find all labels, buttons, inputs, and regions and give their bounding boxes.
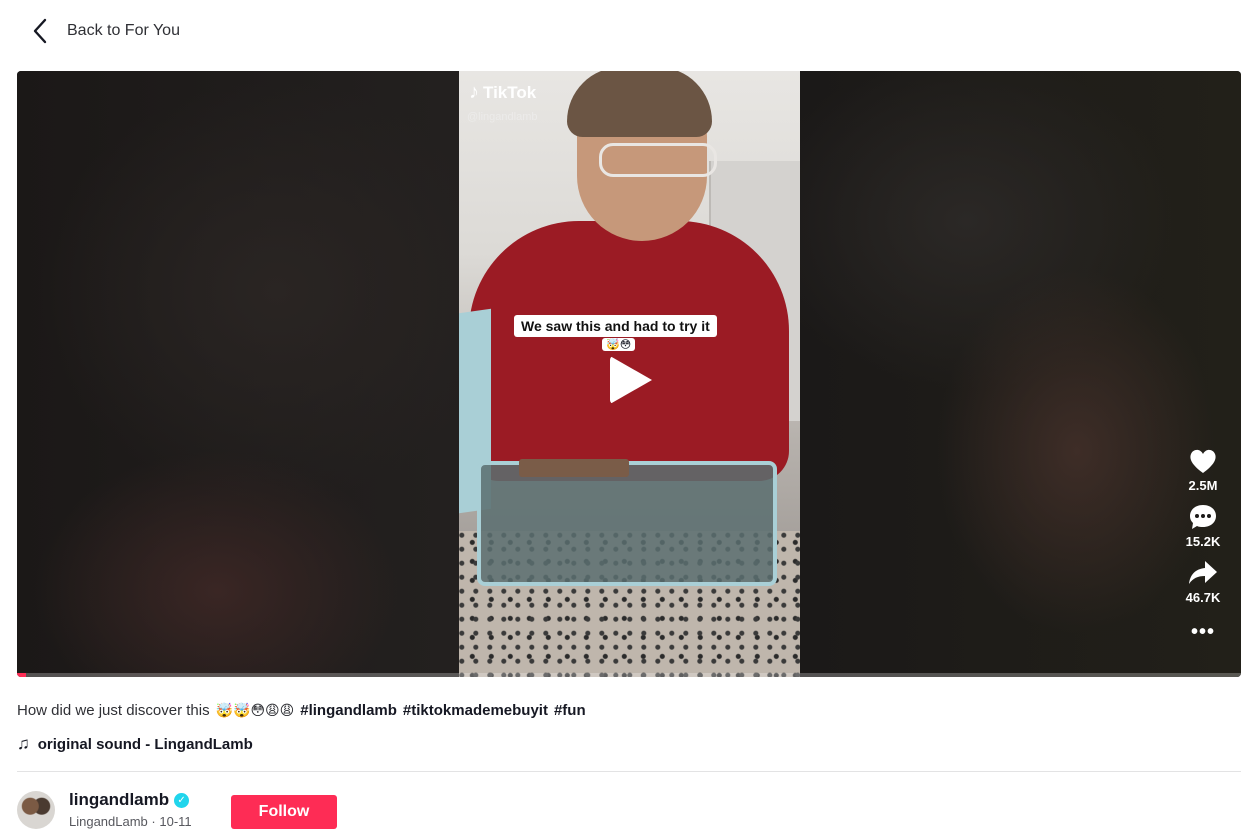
comment-icon xyxy=(1189,505,1216,529)
video-frame[interactable]: ♪ TikTok @lingandlamb We saw this and ha… xyxy=(459,71,800,677)
tiktok-brand: TikTok xyxy=(483,82,537,102)
progress-fill xyxy=(17,673,26,677)
author-subline: LingandLamb · 10-11 xyxy=(69,814,192,829)
heart-icon xyxy=(1190,449,1216,473)
hashtag-link[interactable]: #tiktokmademebuyit xyxy=(403,702,548,719)
description-text: How did we just discover this xyxy=(17,702,210,719)
sound-link[interactable]: ♫ original sound - LingandLamb xyxy=(17,734,253,754)
person-shirt xyxy=(469,221,789,481)
verified-badge-icon: ✓ xyxy=(174,792,190,808)
share-count: 46.7K xyxy=(1185,590,1221,605)
author-block: lingandlamb ✓ LingandLamb · 10-11 xyxy=(17,790,192,829)
back-label: Back to For You xyxy=(67,22,180,39)
person-hair xyxy=(567,71,712,137)
share-button[interactable]: 46.7K xyxy=(1185,559,1221,605)
post-description: How did we just discover this 🤯🤯😳😩😩 #lin… xyxy=(17,702,586,719)
author-info: lingandlamb ✓ LingandLamb · 10-11 xyxy=(69,790,192,829)
follow-button[interactable]: Follow xyxy=(231,795,337,829)
avatar[interactable] xyxy=(17,790,55,829)
watermark-handle: @lingandlamb xyxy=(467,111,538,123)
author-username[interactable]: lingandlamb xyxy=(69,790,169,810)
video-player[interactable]: ♪ TikTok @lingandlamb We saw this and ha… xyxy=(17,71,1241,677)
container-grate xyxy=(519,459,629,477)
action-bar: 2.5M 15.2K 46.7K ••• xyxy=(1181,447,1225,644)
comment-button[interactable]: 15.2K xyxy=(1185,503,1221,549)
back-button[interactable]: Back to For You xyxy=(30,16,180,46)
video-caption-emoji: 🤯😳 xyxy=(602,338,636,351)
play-icon[interactable] xyxy=(610,356,652,404)
like-count: 2.5M xyxy=(1188,478,1218,493)
comment-count: 15.2K xyxy=(1185,534,1221,549)
hashtag-link[interactable]: #fun xyxy=(554,702,586,719)
chevron-left-icon xyxy=(33,18,47,44)
container-box xyxy=(477,461,777,586)
like-button[interactable]: 2.5M xyxy=(1188,447,1218,493)
post-date: 10-11 xyxy=(159,814,192,829)
description-emojis: 🤯🤯😳😩😩 xyxy=(215,702,295,718)
hashtag-link[interactable]: #lingandlamb xyxy=(300,702,397,719)
more-options-icon[interactable]: ••• xyxy=(1191,621,1215,644)
author-display-name: LingandLamb xyxy=(69,814,148,829)
progress-bar[interactable] xyxy=(17,673,1241,677)
music-note-icon: ♫ xyxy=(17,734,30,753)
author-name-row: lingandlamb ✓ xyxy=(69,790,192,810)
tiktok-watermark: ♪ TikTok xyxy=(469,81,536,104)
video-caption: We saw this and had to try it xyxy=(514,315,717,337)
person-glasses xyxy=(599,143,717,177)
tiktok-logo-icon: ♪ xyxy=(469,81,479,103)
sound-name: original sound - LingandLamb xyxy=(37,735,253,753)
share-icon xyxy=(1188,561,1217,584)
divider xyxy=(17,771,1241,772)
